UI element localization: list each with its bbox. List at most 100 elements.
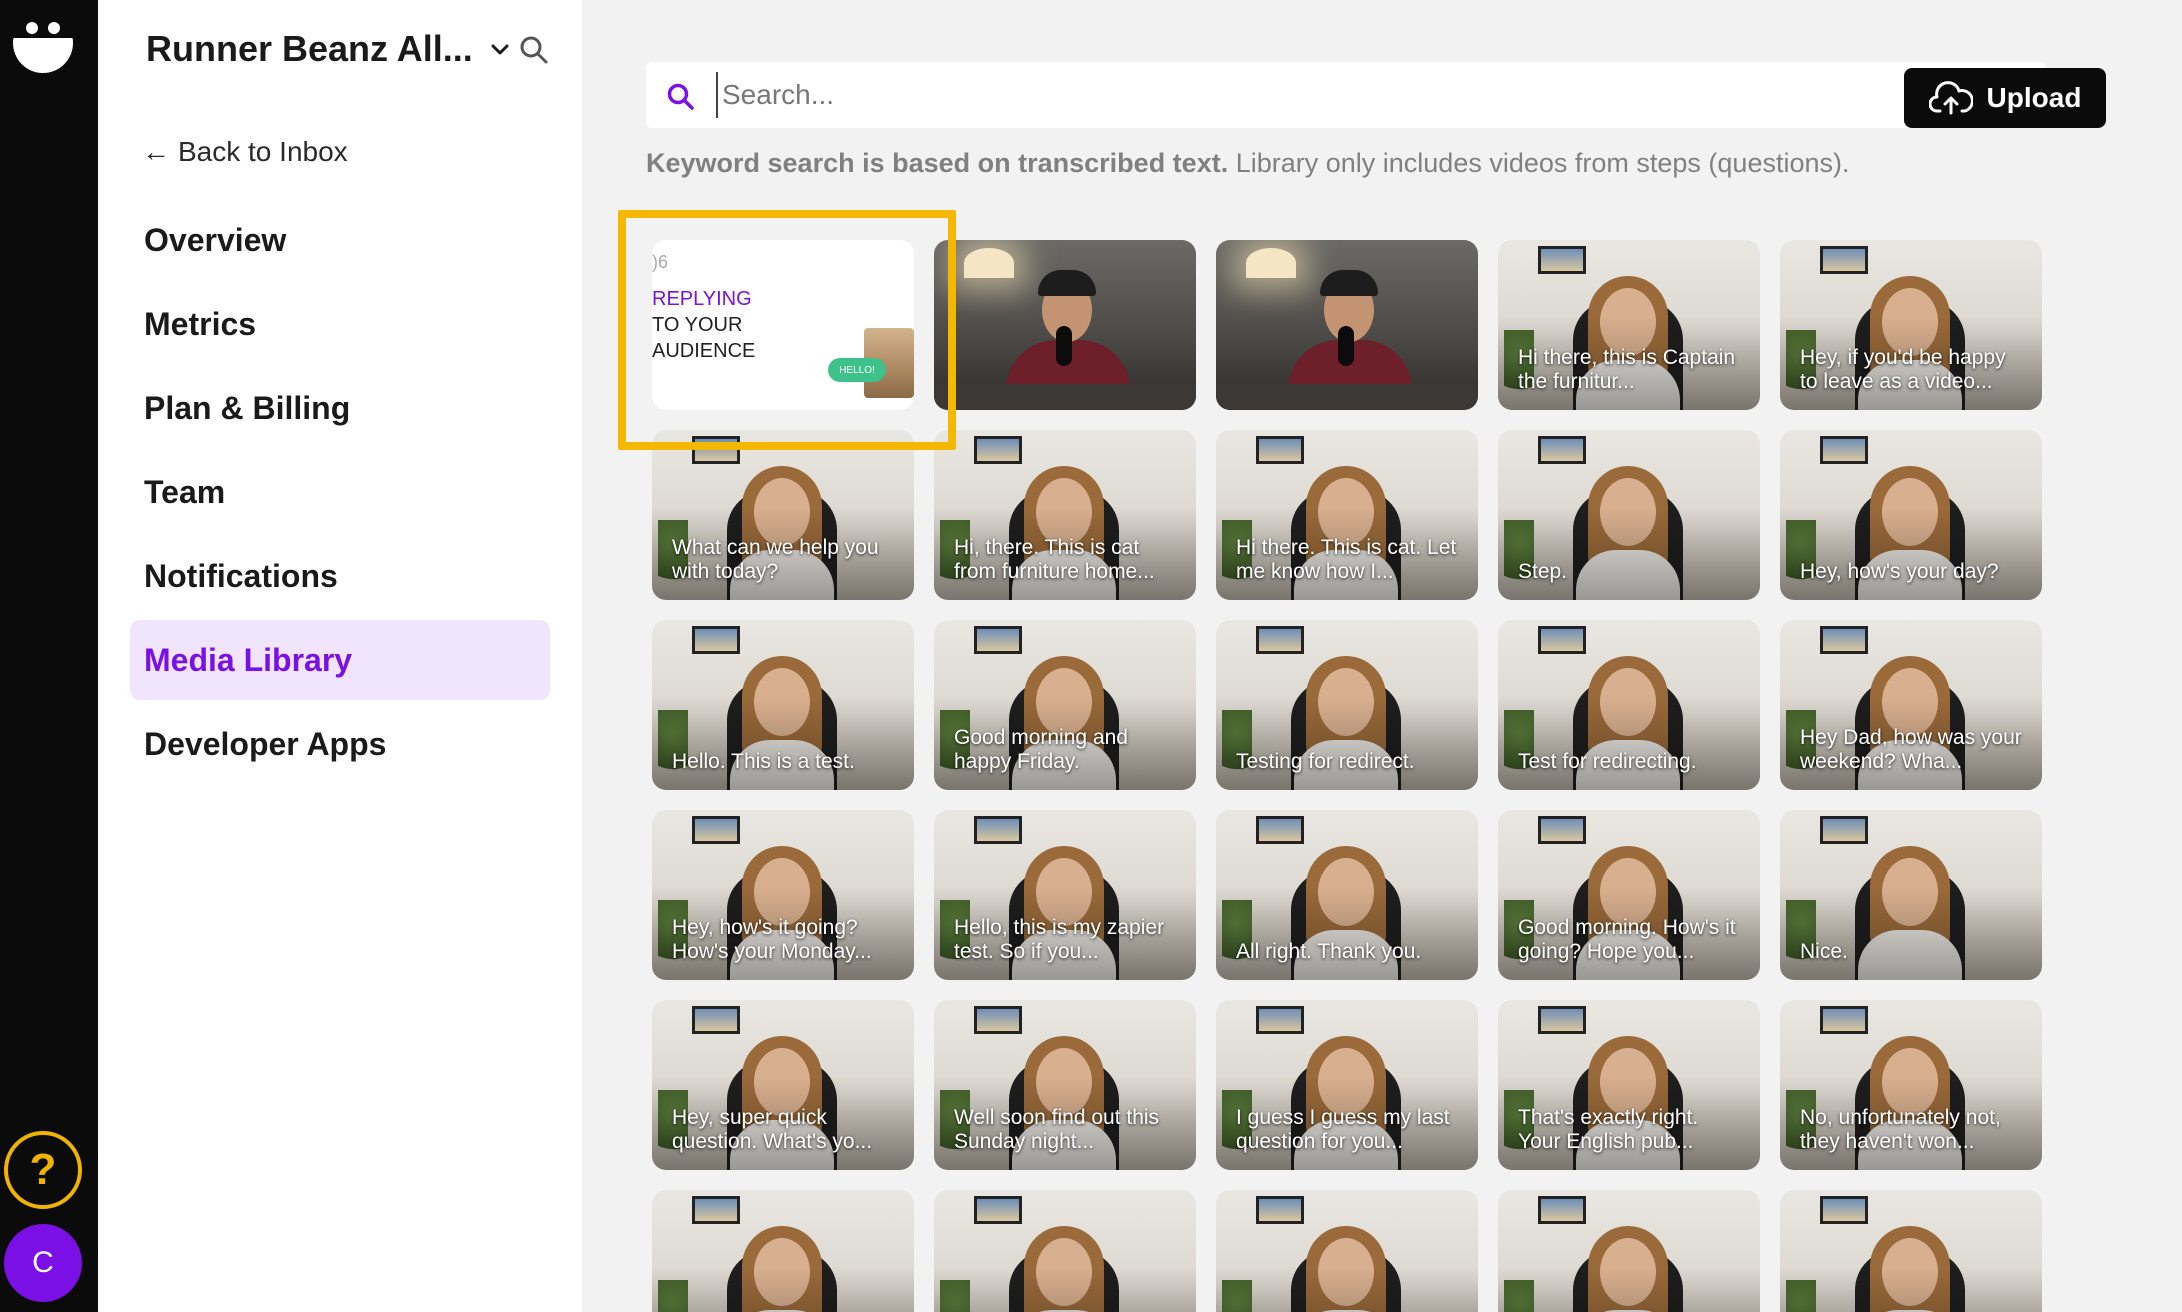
media-tile[interactable]: No, unfortunately not, they haven't won.… [1780, 1000, 2042, 1170]
microphone [1338, 326, 1354, 366]
media-tile[interactable]: What can we help you with today? [652, 430, 914, 600]
help-icon: ? [29, 1145, 57, 1194]
org-name: Runner Beanz All... [146, 28, 473, 69]
avatar-initial: C [32, 1246, 54, 1279]
media-tile[interactable]: Hey, how's it going? How's your Monday..… [652, 810, 914, 980]
media-caption: Well soon find out this Sunday night... [954, 1106, 1160, 1153]
media-grid: )6 REPLYING TO YOUR AUDIENCE HELLO! Hi there,… [652, 240, 2042, 1312]
media-caption: What can we help you with today? [672, 536, 879, 583]
desk [934, 384, 1196, 410]
user-avatar[interactable]: C [4, 1224, 82, 1302]
media-caption: Testing for redirect. [1236, 750, 1415, 773]
media-tile[interactable]: Test for redirecting. [1498, 620, 1760, 790]
media-tile[interactable]: Okay. So a bit of [652, 1190, 914, 1312]
media-tile[interactable]: That's exactly right. Your English pub..… [1498, 1000, 1760, 1170]
sidebar-item-label: Developer Apps [144, 725, 387, 762]
media-tile[interactable]: Good morning. How's it going? Hope you..… [1498, 810, 1760, 980]
sidebar: Runner Beanz All... ← Back to Inbox Over… [98, 0, 582, 1312]
media-tile[interactable] [934, 240, 1196, 410]
search-hint: Keyword search is based on transcribed t… [646, 148, 1849, 179]
upload-label: Upload [1986, 82, 2082, 113]
sidebar-item-overview[interactable]: Overview [130, 200, 550, 280]
thumbnail-shade [934, 1190, 1196, 1312]
media-caption: Test for redirecting. [1518, 750, 1697, 773]
media-caption: Nice. [1800, 940, 1848, 963]
app-rail: ? C [0, 0, 98, 1312]
media-caption: Hey, if you'd be happy to leave as a vid… [1800, 346, 2006, 393]
sidebar-item-metrics[interactable]: Metrics [130, 284, 550, 364]
media-tile[interactable]: Testing for redirect. [1216, 620, 1478, 790]
search-icon [667, 83, 694, 110]
media-caption: That's exactly right. Your English pub..… [1518, 1106, 1699, 1153]
sidebar-item-label: Media Library [144, 641, 353, 678]
sidebar-item-label: Team [144, 473, 226, 510]
search-hint-rest: Library only includes videos from steps … [1228, 148, 1850, 178]
search-input[interactable] [716, 72, 1816, 118]
sidebar-item-label: Metrics [144, 305, 257, 342]
sidebar-nav: Overview Metrics Plan & Billing Team Not… [130, 200, 550, 788]
media-tile[interactable]: Hi there, this is Captain the furnitur..… [1498, 240, 1760, 410]
sidebar-item-plan-billing[interactable]: Plan & Billing [130, 368, 550, 448]
app-logo-icon[interactable] [12, 12, 74, 74]
media-caption: Step. [1518, 560, 1568, 583]
media-caption: Hello. This is a test. [672, 750, 855, 773]
sidebar-item-label: Plan & Billing [144, 389, 351, 426]
media-tile[interactable]: )6 REPLYING TO YOUR AUDIENCE HELLO! [652, 240, 914, 410]
slide-line-3: AUDIENCE [652, 340, 756, 362]
media-tile[interactable]: Yeah, they did. So [934, 1190, 1196, 1312]
hello-badge: HELLO! [828, 358, 886, 382]
upload-button[interactable]: Upload [1904, 68, 2106, 128]
media-caption: Hi there. This is cat. Let me know how I… [1236, 536, 1457, 583]
media-tile[interactable]: Hello. This is a test. [652, 620, 914, 790]
slide-number: )6 [652, 252, 669, 272]
media-tile[interactable]: Good morning and happy Friday. [934, 620, 1196, 790]
media-tile[interactable]: Hey, super quick question. What's yo... [652, 1000, 914, 1170]
media-tile[interactable]: I guess I guess my last question for you… [1216, 1000, 1478, 1170]
lamp [1246, 248, 1296, 278]
media-tile[interactable]: No, they did not. [1216, 1190, 1478, 1312]
sidebar-item-label: Overview [144, 221, 287, 258]
back-to-inbox-link[interactable]: ← Back to Inbox [142, 136, 348, 168]
media-tile[interactable]: Hello, this is my zapier test. So if you… [934, 810, 1196, 980]
media-tile[interactable]: Nice. [1780, 810, 2042, 980]
media-caption: Hey, how's your day? [1800, 560, 1999, 583]
media-tile[interactable]: Hi, there. This is cat from furniture ho… [934, 430, 1196, 600]
sidebar-item-developer-apps[interactable]: Developer Apps [130, 704, 550, 784]
microphone [1056, 326, 1072, 366]
media-tile[interactable]: Hey, how's your day? [1780, 430, 2042, 600]
media-search-bar: Upload [646, 62, 2106, 128]
thumbnail-shade [652, 1190, 914, 1312]
media-caption: Good morning and happy Friday. [954, 726, 1128, 773]
media-tile[interactable]: Well soon find out this Sunday night... [934, 1000, 1196, 1170]
lamp [964, 248, 1014, 278]
thumbnail-shade [1216, 1190, 1478, 1312]
media-tile[interactable]: Hey, if you'd be happy to leave as a vid… [1780, 240, 2042, 410]
media-tile[interactable]: Hey team. So [1498, 1190, 1760, 1312]
media-caption: Hey, super quick question. What's yo... [672, 1106, 873, 1153]
org-switcher[interactable]: Runner Beanz All... [146, 28, 511, 70]
slide-line-2: TO YOUR [652, 314, 743, 336]
sidebar-item-notifications[interactable]: Notifications [130, 536, 550, 616]
help-button[interactable]: ? [4, 1131, 82, 1209]
media-tile[interactable]: Hi there. This is cat. Let me know how I… [1216, 430, 1478, 600]
cloud-upload-icon [1928, 81, 1973, 115]
media-caption: All right. Thank you. [1236, 940, 1422, 963]
media-tile[interactable]: Hey then. Nice to see [1780, 1190, 2042, 1312]
video-thumbnail-figure [1320, 270, 1378, 296]
media-caption: Hi there, this is Captain the furnitur..… [1518, 346, 1736, 393]
media-tile[interactable]: All right. Thank you. [1216, 810, 1478, 980]
thumbnail-shade [1498, 1190, 1760, 1312]
sidebar-item-team[interactable]: Team [130, 452, 550, 532]
media-tile[interactable]: Hey Dad, how was your weekend? Wha... [1780, 620, 2042, 790]
search-icon[interactable] [518, 34, 550, 66]
media-caption: Hey, how's it going? How's your Monday..… [672, 916, 872, 963]
media-tile[interactable]: Step. [1498, 430, 1760, 600]
sidebar-item-label: Notifications [144, 557, 338, 594]
media-tile[interactable] [1216, 240, 1478, 410]
chevron-down-icon [491, 44, 509, 55]
media-caption: No, unfortunately not, they haven't won.… [1800, 1106, 2001, 1153]
sidebar-item-media-library[interactable]: Media Library [130, 620, 550, 700]
search-hint-bold: Keyword search is based on transcribed t… [646, 148, 1229, 178]
media-caption: Hello, this is my zapier test. So if you… [954, 916, 1165, 963]
arrow-left-icon: ← [142, 136, 170, 167]
